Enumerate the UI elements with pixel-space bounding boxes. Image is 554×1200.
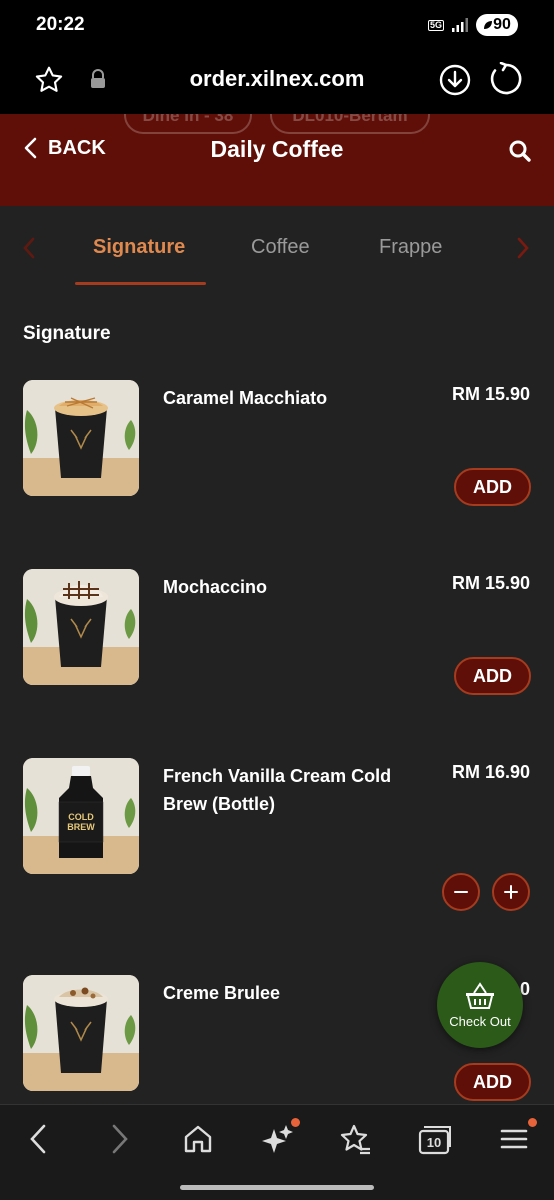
add-button[interactable]: ADD (454, 468, 531, 506)
product-item[interactable]: Mochaccino RM 15.90 ADD (0, 569, 554, 695)
signal-icon (452, 18, 468, 32)
notification-dot (291, 1118, 300, 1127)
bookmarks-icon[interactable] (338, 1123, 372, 1157)
order-type-pill: Dine In - 38 (124, 114, 252, 134)
product-price: RM 15.90 (451, 384, 530, 404)
product-image (23, 569, 139, 685)
creme-brulee-image (23, 975, 139, 1091)
decrease-quantity-button[interactable] (442, 873, 480, 911)
back-icon[interactable] (28, 1123, 48, 1155)
battery-indicator: 90 (476, 14, 518, 36)
product-name: Caramel Macchiato (163, 388, 328, 408)
download-icon[interactable] (438, 63, 472, 97)
page-title: Daily Coffee (210, 136, 344, 162)
sparkle-icon[interactable] (260, 1123, 294, 1157)
product-image: COLD BREW (23, 758, 139, 874)
product-image (23, 380, 139, 496)
battery-level: 90 (493, 16, 511, 33)
forward-icon[interactable] (110, 1123, 130, 1155)
search-icon[interactable] (508, 139, 532, 163)
caramel-macchiato-image (23, 380, 139, 496)
status-icons: 5G 90 (427, 14, 518, 36)
app-header: Dine In - 38 DL010-Bertam BACK Daily Cof… (0, 114, 554, 206)
minus-icon (454, 891, 468, 893)
product-name: French Vanilla Cream Cold Brew (Bottle) (163, 766, 392, 814)
network-type-badge: 5G (427, 19, 444, 31)
tab-scroll-right-icon[interactable] (516, 236, 530, 260)
category-tabs: Signature Coffee Frappe (0, 206, 554, 286)
product-item[interactable]: Caramel Macchiato RM 15.90 ADD (0, 380, 554, 506)
reload-icon[interactable] (489, 62, 523, 96)
add-button[interactable]: ADD (454, 1063, 531, 1101)
status-bar: 20:22 5G 90 (0, 0, 554, 50)
product-name: Mochaccino (163, 577, 268, 597)
leaf-icon (484, 21, 493, 29)
status-time: 20:22 (36, 14, 85, 35)
mochaccino-image (23, 569, 139, 685)
gesture-bar (180, 1185, 374, 1190)
tab-count: 10 (426, 1135, 442, 1150)
tab-signature[interactable]: Signature (93, 236, 185, 259)
product-price: RM 16.90 (451, 762, 530, 782)
tab-coffee[interactable]: Coffee (251, 236, 310, 259)
increase-quantity-button[interactable] (492, 873, 530, 911)
tab-scroll-left-icon[interactable] (22, 236, 36, 260)
product-price: RM 15.90 (451, 573, 530, 593)
product-image (23, 975, 139, 1091)
outlet-pill: DL010-Bertam (270, 114, 430, 134)
section-title: Signature (23, 323, 111, 344)
plus-icon (504, 885, 518, 899)
active-tab-indicator (75, 282, 206, 285)
tab-frappe[interactable]: Frappe (379, 236, 442, 259)
tabs-button[interactable]: 10 (416, 1123, 452, 1157)
bottle-label: COLD BREW (67, 812, 95, 832)
menu-icon[interactable] (500, 1123, 528, 1155)
checkout-button[interactable]: Check Out (437, 962, 523, 1048)
checkout-label: Check Out (449, 1013, 511, 1029)
browser-url-bar: order.xilnex.com (0, 50, 554, 114)
product-name: Creme Brulee (163, 983, 281, 1003)
notification-dot (528, 1118, 537, 1127)
product-item[interactable]: COLD BREW French Vanilla Cream Cold Brew… (0, 758, 554, 918)
add-button[interactable]: ADD (454, 657, 531, 695)
home-icon[interactable] (182, 1123, 214, 1155)
basket-icon (466, 981, 494, 1009)
